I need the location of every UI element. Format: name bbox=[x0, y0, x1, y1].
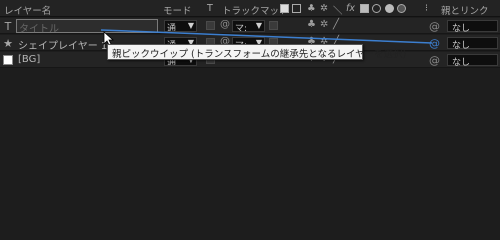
quality-switch-icon[interactable]: ╱ bbox=[333, 19, 339, 30]
layer-row-title[interactable]: T タイトル 通 ▼ @ マ: ▼ ♣ ✲ ╱ @ なし bbox=[0, 18, 500, 35]
mode-dropdown[interactable]: 通▼ bbox=[164, 20, 197, 32]
layer-name-field[interactable]: タイトル bbox=[16, 19, 158, 35]
quality-icon: ＼ bbox=[333, 6, 343, 17]
layer-name-placeholder: タイトル bbox=[19, 24, 59, 35]
layer-name-column-header[interactable]: レイヤー名 bbox=[4, 3, 51, 17]
preserve-transparency-toggle[interactable] bbox=[206, 21, 215, 30]
parent-dropdown[interactable]: なし bbox=[447, 54, 498, 68]
solid-color-swatch bbox=[3, 55, 13, 65]
collapse-transformations-icon: ✲ bbox=[320, 3, 328, 14]
track-matte-column-header[interactable]: トラックマット bbox=[222, 3, 289, 17]
parent-dropdown[interactable]: なし bbox=[447, 20, 498, 34]
motion-blur-icon bbox=[372, 4, 381, 13]
layer-name-label[interactable]: シェイプレイヤー 1 bbox=[18, 37, 107, 52]
parent-dropdown[interactable]: なし bbox=[447, 37, 498, 51]
chevron-down-icon: ▼ bbox=[255, 21, 262, 30]
parent-value: なし bbox=[452, 41, 471, 51]
header-divider-icon: ⁝ bbox=[425, 3, 429, 14]
column-header-bar: レイヤー名 モード T トラックマット ♣ ✲ ＼ fx ⁝ 親とリンク bbox=[0, 0, 500, 17]
preserve-transparency-column-header[interactable]: T bbox=[207, 3, 213, 14]
collapse-switch-icon[interactable]: ✲ bbox=[320, 19, 328, 30]
frame-blending-icon bbox=[360, 4, 369, 13]
shy-icon: ♣ bbox=[307, 3, 316, 14]
parent-pickwhip-icon[interactable]: @ bbox=[429, 54, 440, 67]
mode-value: 通 bbox=[167, 24, 177, 32]
3d-layer-icon bbox=[397, 4, 406, 13]
layer-name-label[interactable]: [BG] bbox=[18, 54, 40, 65]
parent-pickwhip-active-icon[interactable]: @ bbox=[429, 37, 440, 50]
text-layer-icon: T bbox=[4, 19, 12, 33]
matte-alpha-icon bbox=[280, 4, 289, 13]
matte-alpha-toggle[interactable] bbox=[269, 21, 278, 30]
parent-pickwhip-icon[interactable]: @ bbox=[429, 20, 440, 33]
track-matte-dropdown[interactable]: マ: ▼ bbox=[232, 20, 265, 32]
matte-invert-icon bbox=[292, 4, 301, 13]
parent-value: なし bbox=[452, 58, 471, 68]
mode-column-header[interactable]: モード bbox=[163, 3, 192, 17]
chevron-down-icon: ▼ bbox=[187, 21, 194, 30]
shy-switch-icon[interactable]: ♣ bbox=[307, 19, 316, 30]
matte-pickwhip-icon[interactable]: @ bbox=[220, 19, 230, 30]
pickwhip-tooltip: 親ピックウイップ (トランスフォームの継承先となるレイヤーを選択) bbox=[107, 44, 406, 60]
adjustment-layer-icon bbox=[385, 4, 394, 13]
star-icon: ★ bbox=[3, 36, 13, 50]
effects-icon: fx bbox=[346, 3, 355, 14]
track-matte-value: マ: bbox=[235, 24, 248, 32]
parent-value: なし bbox=[452, 24, 471, 34]
parent-link-column-header[interactable]: 親とリンク bbox=[441, 3, 489, 17]
